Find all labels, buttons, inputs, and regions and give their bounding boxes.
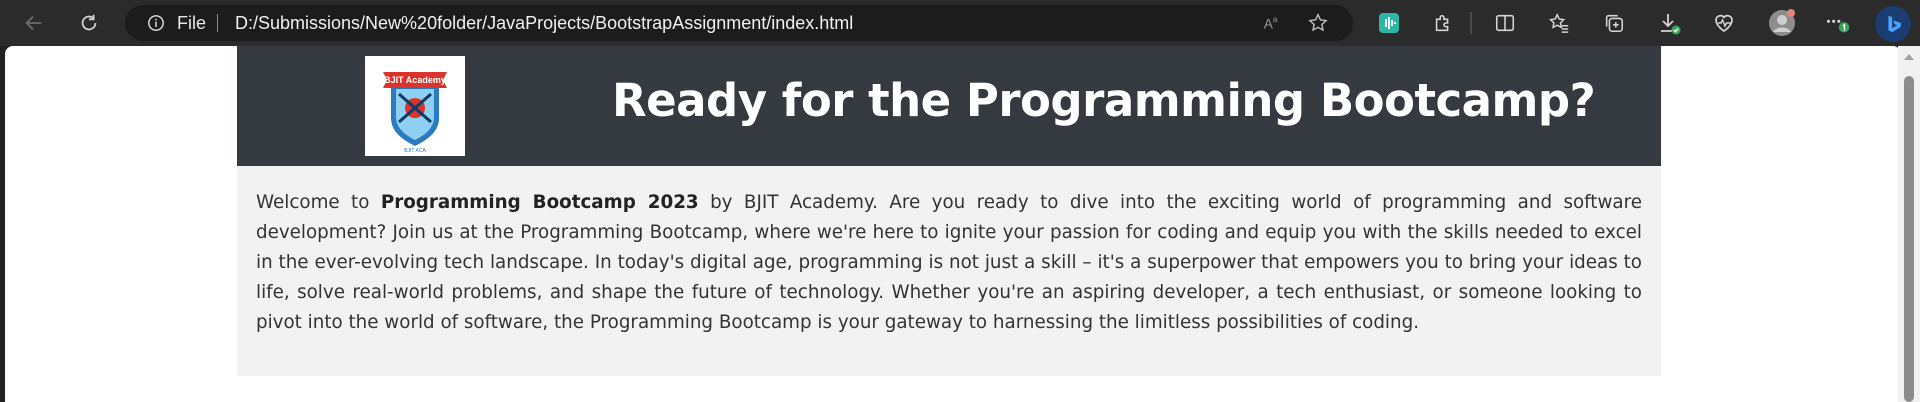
- collections-button[interactable]: [1601, 10, 1627, 36]
- more-button[interactable]: [1825, 10, 1851, 36]
- back-button[interactable]: [18, 8, 50, 38]
- extension-teal-button[interactable]: [1376, 10, 1402, 36]
- split-screen-button[interactable]: [1492, 10, 1518, 36]
- browser-essentials-button[interactable]: [1711, 10, 1737, 36]
- address-separator: [217, 14, 218, 32]
- bjit-academy-logo: BJIT Academy BJIT ACA: [365, 56, 465, 156]
- site-container: BJIT Academy BJIT ACA Ready for the Prog…: [237, 46, 1661, 376]
- address-bar[interactable]: File D:/Submissions/New%20folder/JavaPro…: [125, 5, 1353, 41]
- extensions-button[interactable]: [1430, 10, 1456, 36]
- logo-banner-text: BJIT Academy: [384, 75, 446, 85]
- page-title: Ready for the Programming Bootcamp?: [612, 74, 1596, 127]
- scroll-up-arrow-icon[interactable]: [1904, 54, 1914, 60]
- info-icon[interactable]: [147, 14, 165, 32]
- bing-chat-button[interactable]: [1875, 6, 1911, 42]
- page-scrollbar[interactable]: [1898, 46, 1920, 402]
- browser-toolbar: File D:/Submissions/New%20folder/JavaPro…: [0, 0, 1920, 46]
- read-aloud-icon[interactable]: Aa: [1261, 12, 1283, 34]
- refresh-icon: [81, 14, 97, 31]
- profile-avatar: [1769, 9, 1795, 36]
- bing-icon: [1888, 15, 1901, 33]
- profile-button[interactable]: [1767, 8, 1797, 38]
- refresh-button[interactable]: [73, 8, 105, 38]
- intro-bold: Programming Bootcamp 2023: [380, 192, 699, 213]
- more-icon: [1826, 19, 1850, 33]
- extension-teal-icon: [1379, 13, 1399, 33]
- svg-text:a: a: [1273, 15, 1278, 24]
- health-icon: [1715, 14, 1733, 33]
- back-icon: [25, 15, 42, 31]
- toolbar-divider: [1470, 12, 1472, 34]
- collections-icon: [1605, 14, 1624, 33]
- url-text[interactable]: D:/Submissions/New%20folder/JavaProjects…: [235, 13, 853, 34]
- logo-small-text: BJIT ACA: [404, 148, 426, 154]
- intro-paragraph: Welcome to Programming Bootcamp 2023 by …: [256, 188, 1642, 338]
- scrollbar-thumb[interactable]: [1904, 76, 1914, 402]
- page-viewport: BJIT Academy BJIT ACA Ready for the Prog…: [5, 46, 1901, 402]
- favorites-icon: [1548, 13, 1569, 33]
- intro-section: Welcome to Programming Bootcamp 2023 by …: [237, 166, 1661, 376]
- puzzle-icon: [1435, 14, 1449, 32]
- favorites-button[interactable]: [1546, 10, 1572, 36]
- favorite-star-icon[interactable]: [1307, 12, 1329, 34]
- url-scheme-label: File: [177, 13, 207, 33]
- split-screen-icon: [1495, 14, 1515, 32]
- intro-rest: by BJIT Academy. Are you ready to dive i…: [256, 192, 1642, 333]
- intro-lead: Welcome to: [256, 192, 381, 213]
- page-header: BJIT Academy BJIT ACA Ready for the Prog…: [237, 46, 1661, 166]
- downloads-button[interactable]: [1656, 10, 1682, 36]
- downloads-icon: [1661, 14, 1681, 35]
